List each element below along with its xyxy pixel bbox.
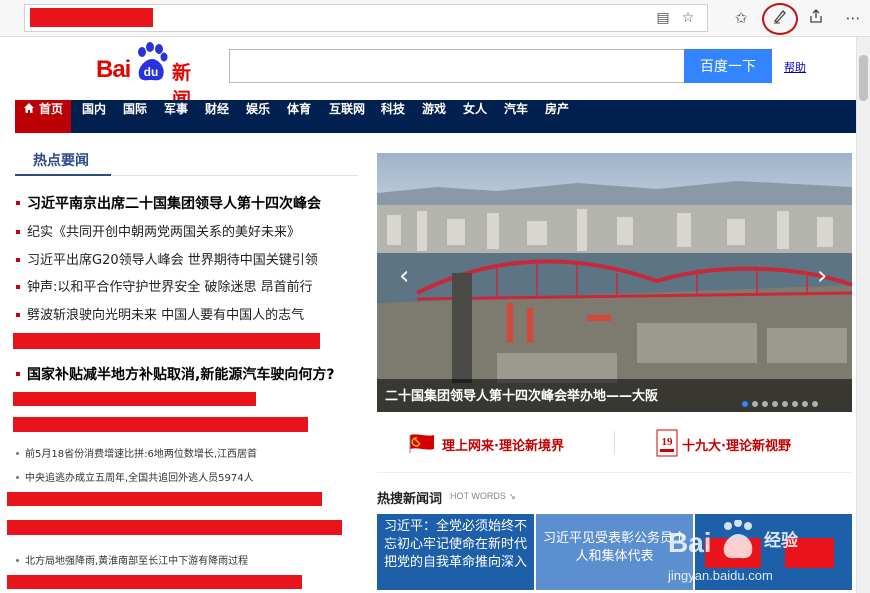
logo-bai-text: Bai [96, 56, 131, 83]
nav-item-tech[interactable]: 科技 [376, 100, 410, 133]
hot-news-title: 热点要闻 [33, 153, 89, 169]
watermark-baidu-logo: Bai [668, 520, 753, 559]
highlight-circle [762, 3, 798, 35]
nav-item-house[interactable]: 房产 [540, 100, 574, 133]
hot-word-card[interactable]: 习近平：全党必须始终不忘初心牢记使命在新时代把党的自我革命推向深入 [377, 514, 534, 590]
section-divider [377, 472, 852, 473]
congress-19-icon: 19 [656, 429, 678, 457]
nav-item-entertainment[interactable]: 娱乐 [241, 100, 275, 133]
home-icon [23, 103, 34, 113]
book-icon[interactable]: ▤ [655, 10, 671, 26]
banner-divider [614, 431, 615, 455]
svg-text:Bai: Bai [668, 527, 712, 558]
nav-item-auto[interactable]: 汽车 [499, 100, 533, 133]
redacted-block [7, 520, 342, 535]
headline-top[interactable]: 习近平南京出席二十国集团领导人第十四次峰会 [14, 193, 321, 213]
slide-dot[interactable] [752, 401, 758, 407]
banner-left-text: 理上网来·理论新境界 [442, 439, 564, 454]
list-item[interactable]: 中央追逃办成立五周年,全国共追回外逃人员5974人 [14, 469, 254, 484]
nav-item-women[interactable]: 女人 [458, 100, 492, 133]
headline-secondary[interactable]: 国家补贴减半地方补贴取消,新能源汽车驶向何方? [14, 364, 334, 384]
nav-item-international[interactable]: 国际 [118, 100, 152, 133]
scroll-thumb[interactable] [859, 55, 868, 101]
section-divider [111, 175, 358, 176]
redacted-block [13, 392, 256, 406]
more-icon[interactable]: ⋯ [843, 8, 863, 28]
photo-slideshow[interactable]: ‹ › 二十国集团领导人第十四次峰会举办地——大阪 [377, 153, 852, 412]
arrow-icon: ↘ [508, 491, 516, 501]
list-item[interactable]: 北方局地强降雨,黄淮南部至长江中下游有降雨过程 [14, 552, 248, 567]
address-bar[interactable]: ▤ ☆ [24, 4, 708, 32]
redacted-block [13, 417, 308, 432]
headline-text: 国家补贴减半地方补贴取消,新能源汽车驶向何方? [27, 367, 335, 383]
slide-dots [742, 392, 822, 411]
nav-item-domestic[interactable]: 国内 [77, 100, 111, 133]
jingyan-watermark: Bai 经验 jingyan.baidu.com [668, 520, 838, 590]
headline-item[interactable]: 钟声:以和平合作守护世界安全 破除迷思 昂首前行 [14, 276, 313, 295]
osaka-bridge-photo [377, 153, 852, 412]
list-item-text: 北方局地强降雨,黄淮南部至长江中下游有降雨过程 [25, 556, 249, 567]
headline-item[interactable]: 习近平出席G20领导人峰会 世界期待中国关键引领 [14, 249, 318, 268]
banner-19th-congress[interactable]: 19 十九大·理论新视野 [656, 429, 836, 457]
watermark-url: jingyan.baidu.com [668, 568, 773, 583]
slide-dot[interactable] [792, 401, 798, 407]
section-underline [15, 174, 111, 176]
nav-item-games[interactable]: 游戏 [417, 100, 451, 133]
favorites-icon[interactable]: ✩ [731, 8, 751, 28]
nav-item-sports[interactable]: 体育 [282, 100, 316, 133]
list-item[interactable]: 前5月18省份消费增速比拼:6地两位数增长,江西居首 [14, 445, 257, 460]
list-item-text: 前5月18省份消费增速比拼:6地两位数增长,江西居首 [25, 449, 257, 460]
nav-item-finance[interactable]: 财经 [200, 100, 234, 133]
hot-words-subtitle-text: HOT WORDS [450, 491, 506, 501]
redacted-block [13, 333, 320, 349]
share-icon[interactable] [806, 8, 826, 28]
banner-theory-online[interactable]: 理上网来·理论新境界 [408, 429, 608, 457]
headline-text: 习近平南京出席二十国集团领导人第十四次峰会 [27, 196, 321, 212]
hot-words-title: 热搜新闻词 [377, 492, 443, 507]
redacted-block [7, 575, 302, 589]
watermark-jingyan-text: 经验 [764, 531, 798, 551]
nav-item-internet[interactable]: 互联网 [323, 100, 371, 133]
svg-text:19: 19 [662, 436, 674, 448]
baidu-paw-icon: du [138, 42, 168, 81]
party-flag-icon [409, 434, 434, 453]
headline-item[interactable]: 纪实《共同开创中朝两党两国关系的美好未来》 [14, 221, 300, 240]
slide-caption[interactable]: 二十国集团领导人第十四次峰会举办地——大阪 [385, 385, 658, 404]
headline-text: 劈波斩浪驶向光明未来 中国人要有中国人的志气 [27, 308, 305, 323]
redacted-block [7, 492, 322, 506]
nav-label: 首页 [38, 102, 63, 116]
slide-dot[interactable] [762, 401, 768, 407]
help-link[interactable]: 帮助 [784, 59, 806, 75]
redacted-url [30, 8, 153, 27]
main-nav: 首页 国内 国际 军事 财经 娱乐 体育 互联网 科技 游戏 女人 汽车 房产 [15, 100, 856, 133]
logo-du-text: du [144, 65, 159, 79]
star-icon[interactable]: ☆ [680, 10, 696, 26]
slide-next-icon[interactable]: › [817, 261, 827, 291]
slide-dot[interactable] [742, 401, 748, 407]
headline-text: 习近平出席G20领导人峰会 世界期待中国关键引领 [27, 253, 318, 268]
headline-item[interactable]: 劈波斩浪驶向光明未来 中国人要有中国人的志气 [14, 304, 304, 323]
slide-dot[interactable] [782, 401, 788, 407]
nav-item-military[interactable]: 军事 [159, 100, 193, 133]
browser-toolbar: ▤ ☆ ✩ ⋯ [0, 0, 870, 37]
nav-item-home[interactable]: 首页 [15, 100, 71, 133]
slide-dot[interactable] [772, 401, 778, 407]
search-input[interactable] [229, 49, 685, 83]
headline-text: 钟声:以和平合作守护世界安全 破除迷思 昂首前行 [27, 280, 313, 295]
hot-words-subtitle: HOT WORDS ↘ [450, 491, 516, 502]
slide-dot[interactable] [812, 401, 818, 407]
vertical-scrollbar[interactable] [856, 37, 870, 593]
slide-dot[interactable] [802, 401, 808, 407]
slide-prev-icon[interactable]: ‹ [399, 261, 409, 291]
search-button[interactable]: 百度一下 [684, 49, 772, 83]
headline-text: 纪实《共同开创中朝两党两国关系的美好未来》 [27, 225, 301, 240]
banner-right-text: 十九大·理论新视野 [682, 439, 791, 454]
list-item-text: 中央追逃办成立五周年,全国共追回外逃人员5974人 [25, 473, 254, 484]
